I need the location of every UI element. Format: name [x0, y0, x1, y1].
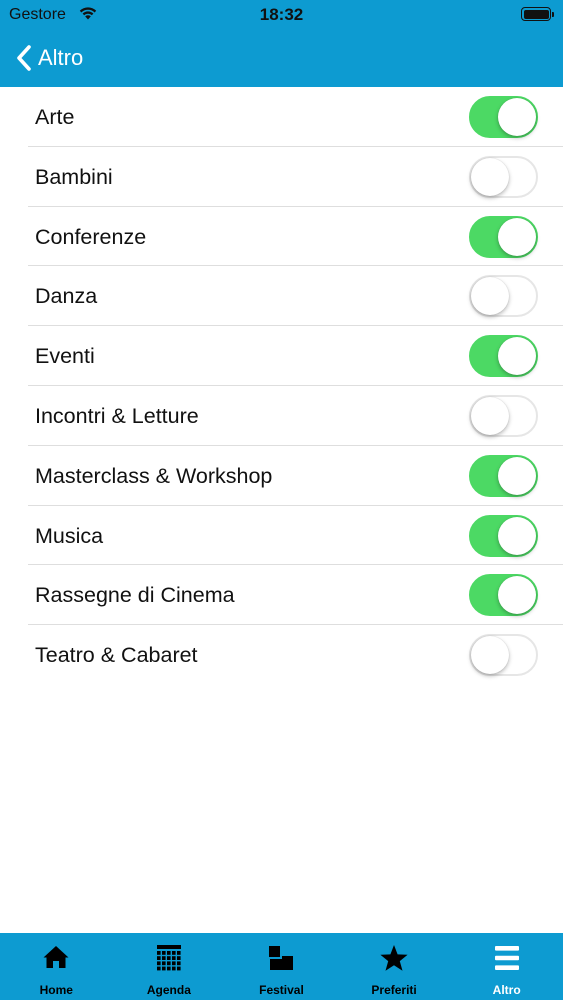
home-icon: [42, 944, 70, 975]
star-icon: [379, 944, 409, 977]
category-label: Musica: [35, 523, 104, 548]
tab-label: Preferiti: [371, 983, 417, 997]
tab-festival[interactable]: Festival: [225, 933, 338, 1000]
tab-preferiti[interactable]: Preferiti: [338, 933, 451, 1000]
category-label: Incontri & Letture: [35, 403, 199, 428]
list-item: Bambini: [0, 147, 563, 207]
list-item: Masterclass & Workshop: [0, 446, 563, 506]
festival-icon: [267, 944, 295, 977]
category-toggle[interactable]: [469, 394, 538, 437]
header: Gestore 18:32 Altro: [0, 0, 563, 87]
back-button[interactable]: Altro: [16, 41, 83, 75]
list-item: Rassegne di Cinema: [0, 565, 563, 625]
tab-bar: Home Agenda Festival Preferiti Altro: [0, 933, 563, 1000]
category-label: Bambini: [35, 164, 113, 189]
tab-label: Altro: [492, 983, 521, 997]
clock: 18:32: [259, 5, 304, 24]
category-label: Masterclass & Workshop: [35, 463, 273, 488]
list-item: Conferenze: [0, 207, 563, 267]
toggle-knob: [498, 337, 536, 376]
list-item: Arte: [0, 87, 563, 147]
list-item: Incontri & Letture: [0, 386, 563, 446]
category-label: Eventi: [35, 344, 95, 369]
toggle-knob: [498, 516, 536, 555]
toggle-knob: [471, 157, 509, 196]
category-label: Teatro & Cabaret: [35, 643, 198, 668]
category-toggle[interactable]: [469, 574, 538, 617]
category-toggle[interactable]: [469, 454, 538, 497]
tab-agenda[interactable]: Agenda: [113, 933, 226, 1000]
tab-label: Agenda: [146, 983, 191, 997]
category-label: Danza: [35, 284, 98, 309]
category-label: Arte: [35, 105, 75, 129]
category-list: Arte Bambini Conferenze Danza Eventi Incontri…: [0, 87, 563, 685]
list-item: Musica: [0, 506, 563, 566]
category-toggle[interactable]: [469, 275, 538, 318]
toggle-knob: [471, 636, 509, 675]
toggle-knob: [498, 456, 536, 495]
back-button-label: Altro: [38, 45, 84, 70]
list-item: Eventi: [0, 326, 563, 386]
toggle-knob: [471, 396, 509, 435]
toggle-knob: [498, 217, 536, 256]
status-bar: Gestore 18:32: [0, 0, 563, 30]
category-label: Conferenze: [35, 224, 147, 249]
category-toggle[interactable]: [469, 335, 538, 378]
category-toggle[interactable]: [469, 514, 538, 557]
tab-home[interactable]: Home: [0, 933, 113, 1000]
tab-label: Home: [39, 983, 73, 997]
toggle-knob: [498, 98, 536, 136]
list-item: Danza: [0, 266, 563, 326]
chevron-left-icon: [16, 44, 32, 72]
tab-label: Festival: [259, 983, 304, 997]
toggle-knob: [471, 277, 509, 316]
battery-icon: [521, 7, 554, 21]
menu-icon: [494, 944, 520, 977]
calendar-grid-icon: [156, 944, 182, 977]
category-toggle[interactable]: [469, 155, 538, 198]
category-toggle[interactable]: [469, 215, 538, 258]
tab-altro[interactable]: Altro: [450, 933, 563, 1000]
toggle-knob: [498, 576, 536, 615]
list-item: Teatro & Cabaret: [0, 625, 563, 685]
category-label: Rassegne di Cinema: [35, 583, 235, 608]
category-toggle[interactable]: [469, 634, 538, 677]
category-toggle[interactable]: [469, 96, 538, 138]
